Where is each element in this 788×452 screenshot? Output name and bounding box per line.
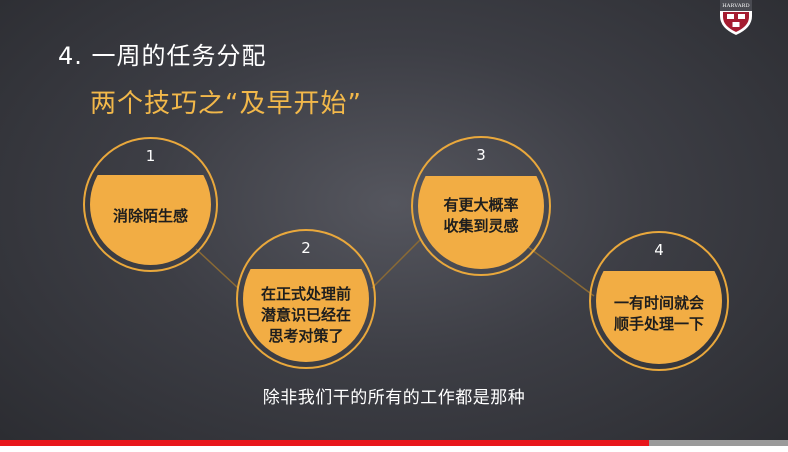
video-caption: 除非我们干的所有的工作都是那种 <box>262 388 526 408</box>
step-circle-3: 3 有更大概率 收集到灵感 <box>411 136 551 276</box>
progress-fill[interactable] <box>0 440 649 446</box>
step-circle-2: 2 在正式处理前 潜意识已经在 思考对策了 <box>236 229 376 369</box>
step-circle-1: 1 消除陌生感 <box>83 137 218 272</box>
step-number: 2 <box>301 239 311 257</box>
step-text: 一有时间就会 顺手处理一下 <box>613 294 704 333</box>
step-number: 3 <box>476 146 486 164</box>
step-circle-4: 4 一有时间就会 顺手处理一下 <box>589 231 729 371</box>
step-text: 有更大概率 收集到灵感 <box>443 196 519 235</box>
slide: 4. 一周的任务分配 两个技巧之“及早开始” HARVARD 1 消除陌生感 2… <box>0 0 788 440</box>
step-text: 消除陌生感 <box>112 207 188 225</box>
step-number: 4 <box>654 241 664 259</box>
step-number: 1 <box>145 147 156 165</box>
step-text: 在正式处理前 潜意识已经在 思考对策了 <box>260 285 351 345</box>
